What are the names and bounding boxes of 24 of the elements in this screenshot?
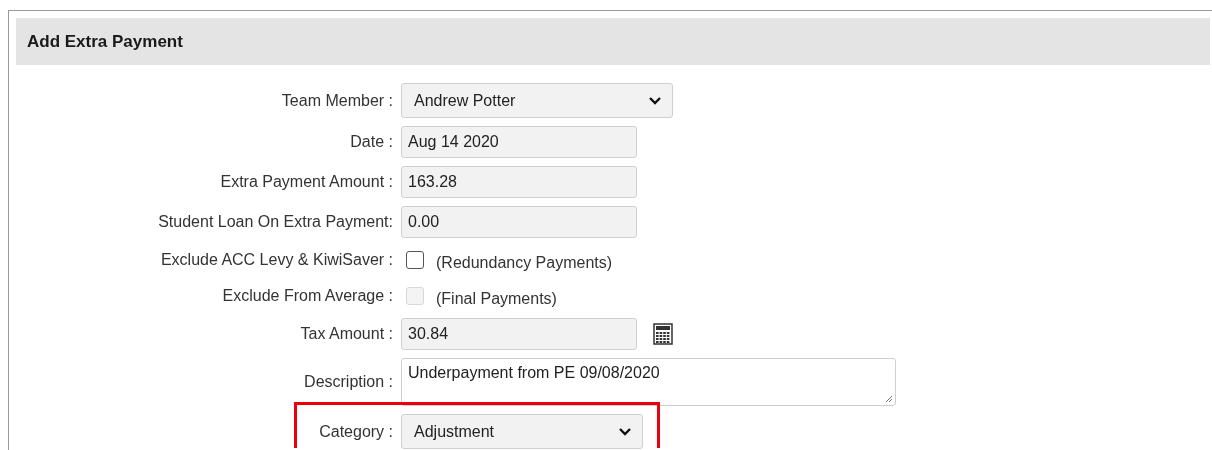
input-field[interactable]: 0.00 [401, 206, 637, 238]
select-field[interactable]: Andrew Potter [401, 83, 673, 118]
field-label: Description : [304, 373, 393, 391]
input-field[interactable]: 163.28 [401, 166, 637, 198]
field-label: Category : [319, 422, 393, 441]
chevron-down-icon [648, 95, 662, 106]
input-field[interactable]: Aug 14 2020 [401, 126, 637, 158]
field-label: Tax Amount : [300, 325, 393, 343]
input-field[interactable]: 30.84 [401, 318, 637, 350]
field-label: Exclude From Average : [222, 287, 393, 305]
checkbox-note: (Redundancy Payments) [436, 254, 613, 272]
resize-handle-icon[interactable] [885, 395, 893, 403]
checkbox-note: (Final Payments) [436, 290, 557, 308]
field-label: Date : [350, 133, 393, 151]
panel-title: Add Extra Payment [27, 31, 183, 52]
field-label: Extra Payment Amount : [220, 173, 393, 191]
chevron-down-icon [618, 426, 632, 437]
checkbox[interactable] [406, 251, 424, 269]
select-field[interactable]: Adjustment [401, 414, 643, 449]
calculator-icon[interactable] [653, 323, 673, 345]
field-label: Student Loan On Extra Payment: [158, 213, 393, 231]
textarea-field[interactable]: Underpayment from PE 09/08/2020 [401, 358, 896, 406]
field-label: Team Member : [281, 91, 393, 110]
field-label: Exclude ACC Levy & KiwiSaver : [160, 251, 393, 269]
